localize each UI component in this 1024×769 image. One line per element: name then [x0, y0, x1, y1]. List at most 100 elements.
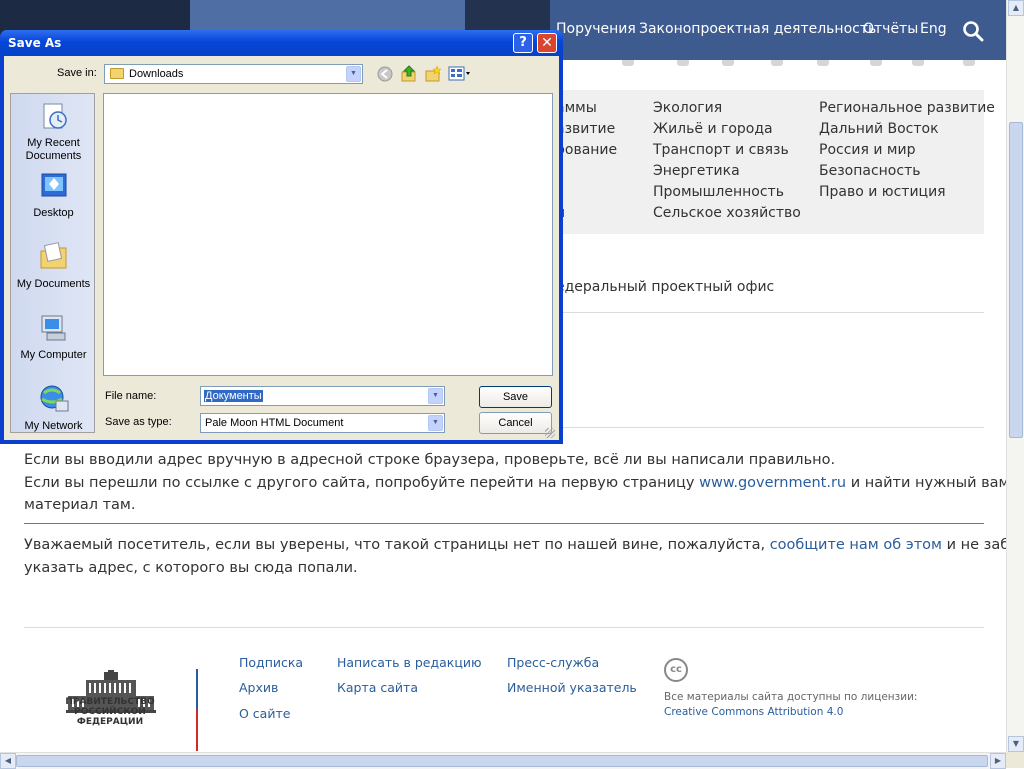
help-button[interactable]: ? [513, 33, 533, 53]
file-list[interactable] [103, 93, 553, 376]
logo-caption-line: ФЕДЕРАЦИИ [76, 717, 144, 727]
place-my-documents[interactable]: My Documents [11, 241, 96, 290]
scroll-up-arrow-icon[interactable]: ▲ [1008, 0, 1024, 16]
footer-link-about[interactable]: О сайте [239, 706, 290, 721]
places-bar: My Recent Documents Desktop My Documents… [10, 93, 95, 433]
share-icon[interactable] [817, 60, 829, 66]
close-button[interactable]: ✕ [537, 33, 557, 53]
share-icon[interactable] [912, 60, 924, 66]
nav-link-orders[interactable]: Поручения [556, 21, 636, 37]
footer-link-sitemap[interactable]: Карта сайта [337, 680, 418, 695]
share-icon[interactable] [722, 60, 734, 66]
up-folder-icon[interactable] [400, 65, 418, 83]
divider [556, 427, 984, 428]
share-icon[interactable] [870, 60, 882, 66]
search-icon[interactable] [962, 20, 984, 42]
save-as-type-value: Pale Moon HTML Document [205, 417, 344, 429]
save-in-label: Save in: [57, 67, 97, 79]
category-link[interactable]: Сельское хозяйство [653, 205, 801, 221]
resize-grip[interactable] [545, 428, 555, 438]
scroll-down-arrow-icon[interactable]: ▼ [1008, 736, 1024, 752]
category-link[interactable]: Право и юстиция [819, 184, 946, 200]
footer-link-write[interactable]: Написать в редакцию [337, 655, 481, 670]
license-link[interactable]: Creative Commons Attribution 4.0 [664, 706, 843, 718]
category-link[interactable]: рование [556, 142, 617, 158]
chevron-down-icon[interactable]: ▼ [428, 388, 443, 404]
logo-caption: ПРАВИТЕЛЬСТВО РОССИЙСКОЙ ФЕДЕРАЦИИ [50, 697, 170, 727]
place-label: My Network [24, 420, 83, 432]
my-documents-icon [40, 242, 66, 269]
desktop-icon [41, 173, 66, 197]
flag-white [196, 628, 198, 669]
place-label: My Computer [20, 349, 87, 361]
project-office-link[interactable]: едеральный проектный офис [556, 279, 774, 295]
recent-documents-icon [43, 103, 67, 129]
footer-link-press[interactable]: Пресс-служба [507, 655, 599, 670]
category-link[interactable]: Безопасность [819, 163, 920, 179]
nav-link-english[interactable]: Eng [920, 21, 947, 37]
save-as-type-dropdown[interactable]: Pale Moon HTML Document ▼ [200, 413, 445, 433]
views-menu-icon[interactable] [448, 65, 472, 83]
folder-icon [110, 68, 124, 79]
category-link[interactable]: Экология [653, 100, 722, 116]
error-message-line: материал там. [24, 497, 136, 513]
report-link[interactable]: сообщите нам об этом [770, 537, 942, 553]
scroll-thumb[interactable] [16, 755, 988, 767]
category-link[interactable]: Дальний Восток [819, 121, 939, 137]
share-icon[interactable] [677, 60, 689, 66]
save-in-value: Downloads [129, 68, 184, 80]
place-desktop[interactable]: Desktop [11, 170, 96, 219]
file-name-input[interactable]: Документы ▼ [200, 386, 445, 406]
report-message-line: указать адрес, с которого вы сюда попали… [24, 560, 358, 576]
report-message-line: Уважаемый посетитель, если вы уверены, ч… [24, 537, 1024, 553]
save-button[interactable]: Save [479, 386, 552, 408]
error-message-line: Если вы перешли по ссылке с другого сайт… [24, 475, 1010, 491]
back-icon[interactable] [376, 65, 394, 83]
license-text: Все материалы сайта доступны по лицензии… [664, 691, 918, 703]
scrollbar-corner [1006, 752, 1024, 768]
chevron-down-icon[interactable]: ▼ [346, 66, 361, 82]
horizontal-scrollbar[interactable]: ◀ ▶ [0, 752, 1006, 769]
divider [24, 523, 984, 524]
category-link[interactable]: Энергетика [653, 163, 740, 179]
file-name-value: Документы [204, 390, 263, 402]
report-text: Уважаемый посетитель, если вы уверены, ч… [24, 537, 770, 553]
save-as-dialog: Save As ? ✕ Save in: Downloads ▼ My Rece… [0, 30, 563, 444]
my-computer-icon [41, 315, 65, 341]
category-link[interactable]: Россия и мир [819, 142, 915, 158]
share-icon[interactable] [963, 60, 975, 66]
category-link[interactable]: Транспорт и связь [653, 142, 789, 158]
cancel-button[interactable]: Cancel [479, 412, 552, 434]
error-text: Если вы перешли по ссылке с другого сайт… [24, 475, 700, 491]
scroll-thumb[interactable] [1009, 122, 1023, 438]
footer-link-subscribe[interactable]: Подписка [239, 655, 303, 670]
share-icon[interactable] [771, 60, 783, 66]
place-my-network[interactable]: My Network [11, 383, 96, 432]
nav-link-legislation[interactable]: Законопроектная деятельность [639, 21, 876, 37]
homepage-link[interactable]: www.government.ru [699, 475, 846, 491]
save-in-dropdown[interactable]: Downloads ▼ [104, 64, 363, 84]
dialog-title-bar[interactable]: Save As ? ✕ [0, 30, 563, 56]
new-folder-icon[interactable] [424, 65, 442, 83]
my-network-icon [40, 385, 68, 412]
place-my-recent-documents[interactable]: My Recent Documents [11, 100, 96, 163]
category-link[interactable]: Региональное развитие [819, 100, 995, 116]
scroll-left-arrow-icon[interactable]: ◀ [0, 753, 16, 769]
chevron-down-icon[interactable]: ▼ [428, 415, 443, 431]
vertical-scrollbar[interactable]: ▲ ▼ [1006, 0, 1024, 752]
category-link[interactable]: Жильё и города [653, 121, 773, 137]
flag-stripe [196, 628, 198, 752]
footer-divider [24, 627, 984, 628]
error-message-line: Если вы вводили адрес вручную в адресной… [24, 452, 836, 468]
footer-link-index[interactable]: Именной указатель [507, 680, 637, 695]
nav-link-reports[interactable]: Отчёты [863, 21, 918, 37]
share-icon[interactable] [622, 60, 634, 66]
place-my-computer[interactable]: My Computer [11, 312, 96, 361]
category-link[interactable]: азвитие [556, 121, 615, 137]
place-label: Desktop [33, 207, 74, 219]
footer-link-archive[interactable]: Архив [239, 680, 278, 695]
scroll-right-arrow-icon[interactable]: ▶ [990, 753, 1006, 769]
category-link[interactable]: Промышленность [653, 184, 784, 200]
creative-commons-icon: cc [664, 658, 688, 682]
file-name-label: File name: [105, 390, 157, 402]
